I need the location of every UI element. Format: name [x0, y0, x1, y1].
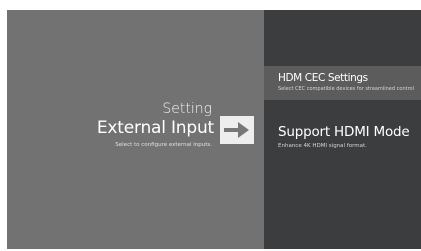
menu-item-hdmi-cec-settings[interactable]: HDM CEC Settings Select CEC compatible d… [264, 66, 421, 100]
settings-menu-panel: HDM CEC Settings Select CEC compatible d… [264, 10, 421, 249]
current-section-title: External Input [96, 118, 214, 138]
menu-item-support-hdmi-mode[interactable]: Support HDMI Mode Enhance 4K HDMI signal… [264, 122, 421, 158]
menu-item-description: Select CEC compatible devices for stream… [278, 86, 414, 92]
category-panel: Setting External Input Select to configu… [7, 10, 264, 249]
section-description: Select to configure external inputs. [115, 142, 212, 148]
menu-item-title: HDM CEC Settings [278, 72, 368, 84]
tv-settings-screen: Setting External Input Select to configu… [7, 10, 421, 249]
settings-label: Setting [162, 101, 212, 117]
right-arrow-icon [220, 116, 254, 144]
menu-item-description: Enhance 4K HDMI signal format. [278, 143, 367, 149]
menu-item-title: Support HDMI Mode [278, 124, 410, 140]
